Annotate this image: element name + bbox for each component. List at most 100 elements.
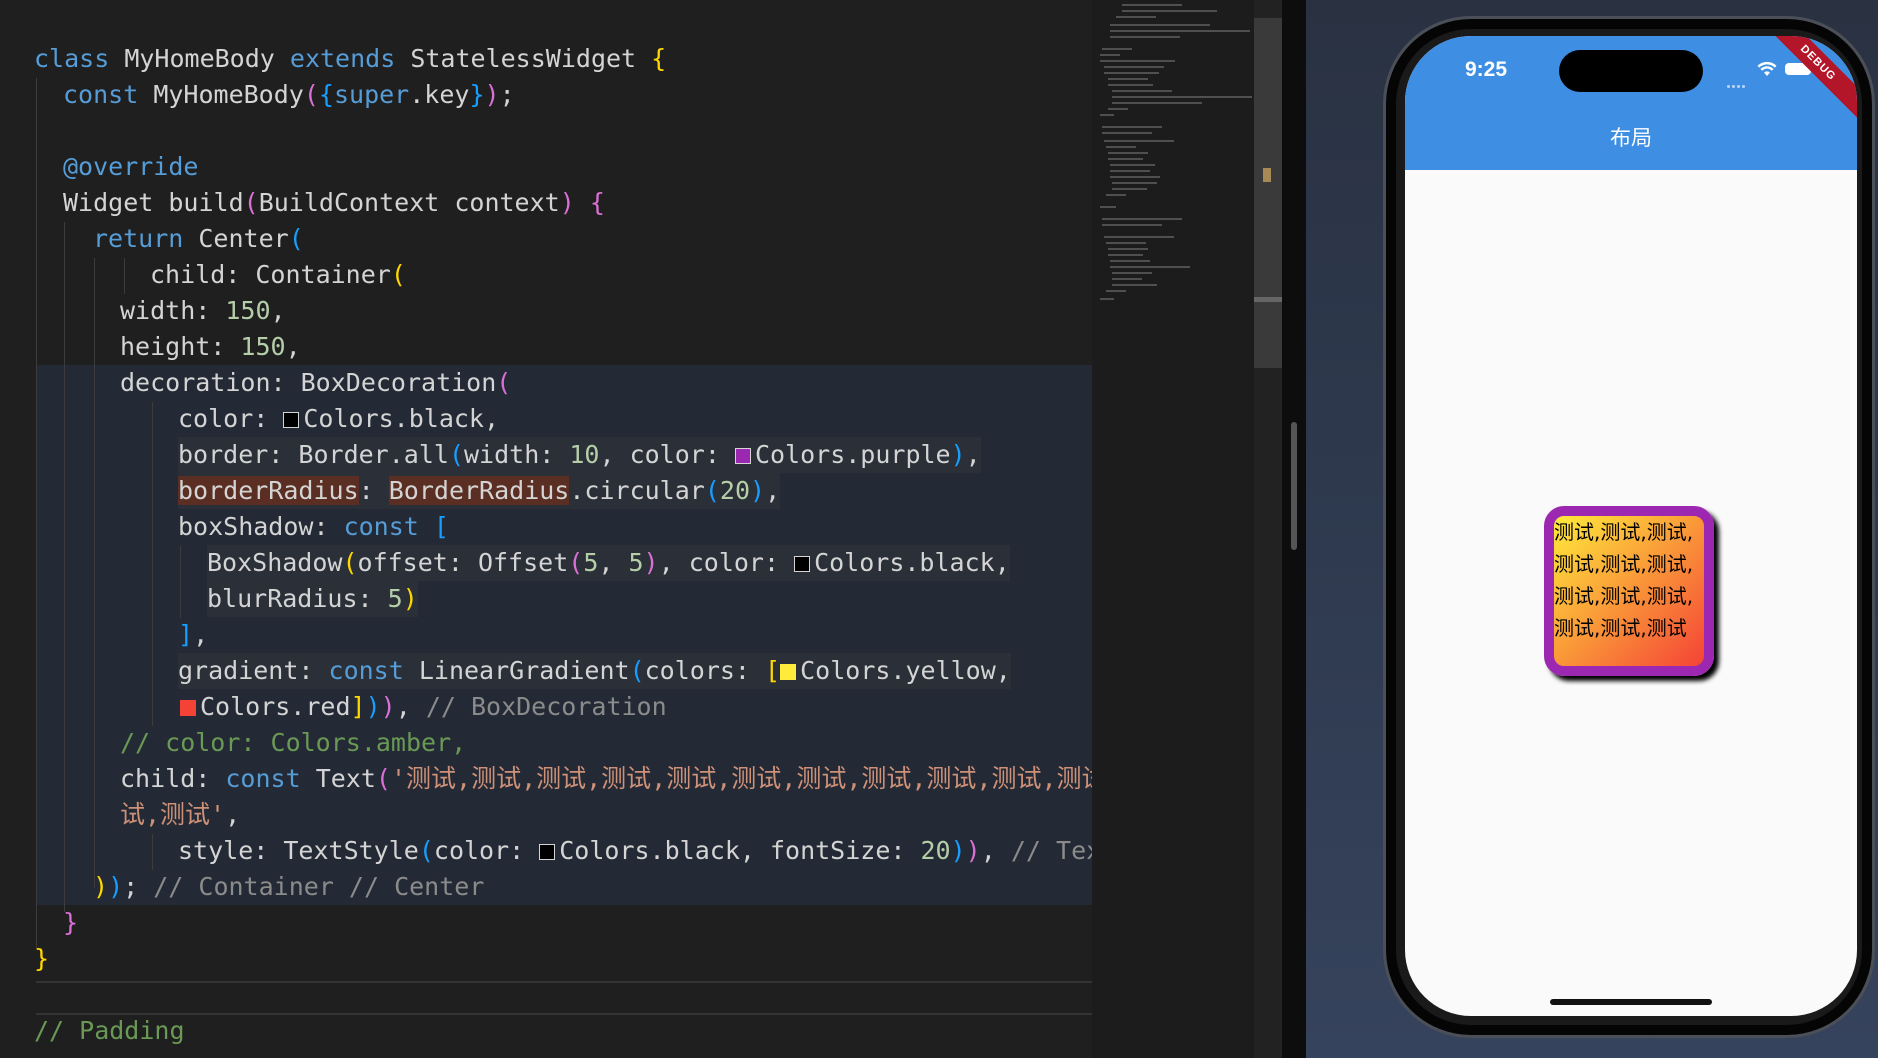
code-line-6: child: Container( <box>150 260 406 289</box>
indent-guide <box>152 402 153 726</box>
minimap-line <box>1106 242 1146 244</box>
color-swatch-yellow-icon[interactable] <box>780 664 797 680</box>
minimap-line <box>1108 108 1128 110</box>
minimap-line <box>1108 84 1153 86</box>
minimap-line <box>1100 54 1120 56</box>
indent-guide <box>94 258 95 888</box>
code-line-3: @override <box>63 152 199 181</box>
minimap-line <box>1112 278 1142 280</box>
minimap-line <box>1112 102 1202 104</box>
minimap-line <box>1112 90 1172 92</box>
minimap-line <box>1110 260 1150 262</box>
code-line-10: color: Colors.black, <box>178 404 500 433</box>
color-swatch-purple-icon[interactable] <box>734 448 751 464</box>
app-bar-title: 布局 <box>1610 126 1652 150</box>
minimap-line <box>1108 248 1148 250</box>
minimap-line <box>1100 298 1114 300</box>
code-line-23: )); // Container // Center <box>93 872 485 901</box>
minimap-line <box>1102 224 1162 226</box>
container-text: 测试,测试,测试,测试,测试,测试,测试,测试,测试,测试,测试,测试 <box>1554 520 1694 640</box>
minimap-line <box>1106 146 1136 148</box>
code-line-12: borderRadius: BorderRadius.circular(20), <box>178 473 781 509</box>
minimap-line <box>1104 72 1159 74</box>
code-line-24: } <box>63 908 79 937</box>
minimap-line <box>1108 254 1143 256</box>
minimap-line <box>1110 30 1250 32</box>
minimap-line <box>1100 114 1114 116</box>
phone-screen[interactable]: 9:25 布局 DEBUG 测试,测试,测试,测试,测试,测试,测试,测试,测试… <box>1405 36 1857 1016</box>
minimap-line <box>1116 16 1156 18</box>
indent-guide <box>36 78 37 948</box>
code-line-7: width: 150, <box>120 296 286 325</box>
minimap-line <box>1106 194 1126 196</box>
editor-minimap[interactable] <box>1092 0 1254 1058</box>
color-swatch-red-icon[interactable] <box>180 700 196 716</box>
dynamic-island <box>1559 50 1703 92</box>
color-swatch-black-icon[interactable] <box>539 844 556 860</box>
minimap-line <box>1104 236 1174 238</box>
indent-guide <box>64 222 65 912</box>
signal-dots-icon <box>1727 73 1749 88</box>
color-swatch-black-icon[interactable] <box>283 412 300 428</box>
code-line-27: // Padding <box>34 1016 185 1045</box>
indent-guide <box>152 834 153 870</box>
scrollbar-position-marker <box>1254 297 1282 302</box>
code-line-18: Colors.red])), // BoxDecoration <box>180 689 667 725</box>
minimap-line <box>1110 24 1210 26</box>
status-bar-time: 9:25 <box>1465 58 1508 81</box>
minimap-line <box>1112 272 1152 274</box>
editor-scrollbar-thumb[interactable] <box>1254 18 1282 368</box>
indent-guide <box>180 546 181 618</box>
minimap-line <box>1102 126 1162 128</box>
minimap-line <box>1122 4 1182 6</box>
code-line-17: gradient: const LinearGradient(colors: [… <box>178 653 1011 689</box>
panel-resize-handle[interactable] <box>1291 422 1297 550</box>
minimap-line <box>1100 60 1175 62</box>
decorated-container: 测试,测试,测试,测试,测试,测试,测试,测试,测试,测试,测试,测试 <box>1544 506 1714 676</box>
minimap-line <box>1106 290 1126 292</box>
current-line-indicator <box>36 981 1092 1015</box>
editor-highlight-row <box>36 581 1092 617</box>
scrollbar-change-marker <box>1263 168 1271 182</box>
minimap-line <box>1110 266 1190 268</box>
code-editor[interactable]: class MyHomeBody extends StatelessWidget… <box>0 0 1092 1058</box>
minimap-line <box>1102 218 1182 220</box>
indent-guide <box>124 258 125 294</box>
code-line-25: } <box>34 944 50 973</box>
color-swatch-black-icon[interactable] <box>794 556 811 572</box>
code-line-20: child: const Text('测试,测试,测试,测试,测试,测试,测试,… <box>120 764 1092 793</box>
minimap-line <box>1112 96 1252 98</box>
minimap-line <box>1108 78 1148 80</box>
code-line-2: const MyHomeBody({super.key}); <box>63 80 515 109</box>
code-line-9: decoration: BoxDecoration( <box>120 368 512 397</box>
code-line-13: boxShadow: const [ <box>178 512 449 541</box>
debug-banner: DEBUG <box>1757 36 1857 124</box>
home-indicator[interactable] <box>1550 999 1712 1005</box>
code-line-22: style: TextStyle(color: Colors.black, fo… <box>178 836 1092 865</box>
minimap-line <box>1110 164 1155 166</box>
minimap-line <box>1110 176 1160 178</box>
minimap-line <box>1112 182 1157 184</box>
code-line-5: return Center( <box>93 224 304 253</box>
minimap-line <box>1100 206 1116 208</box>
minimap-line <box>1110 170 1150 172</box>
code-line-15: blurRadius: 5) <box>207 581 418 617</box>
code-line-4: Widget build(BuildContext context) { <box>63 188 605 217</box>
wifi-icon <box>1757 61 1777 76</box>
code-line-1: class MyHomeBody extends StatelessWidget… <box>34 44 667 73</box>
minimap-line <box>1122 10 1217 12</box>
minimap-line <box>1108 152 1148 154</box>
code-line-11: border: Border.all(width: 10, color: Col… <box>178 437 981 473</box>
code-line-8: height: 150, <box>120 332 301 361</box>
minimap-line <box>1104 66 1164 68</box>
app-bar: 9:25 布局 DEBUG <box>1405 36 1857 170</box>
code-line-19: // color: Colors.amber, <box>120 728 467 757</box>
code-line-21: 试,测试', <box>120 800 241 829</box>
minimap-line <box>1108 158 1143 160</box>
minimap-line <box>1104 140 1174 142</box>
minimap-line <box>1102 132 1152 134</box>
minimap-line <box>1112 284 1157 286</box>
code-line-16: ], <box>178 620 209 649</box>
code-line-14: BoxShadow(offset: Offset(5, 5), color: C… <box>207 545 1010 581</box>
minimap-line <box>1112 188 1147 190</box>
